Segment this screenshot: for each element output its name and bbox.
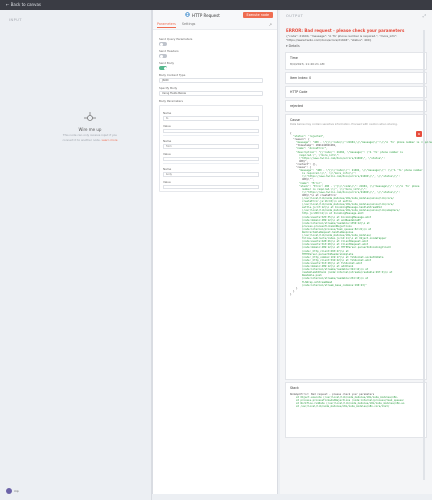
empty-line-1: This node can only receive input if you (62, 133, 118, 137)
http-code-label: HTTP Code (290, 90, 308, 94)
empty-title: Wire me up (78, 127, 102, 132)
stack-trace: NodeApiError: Bad request - please check… (290, 393, 422, 408)
connection-icon (83, 110, 97, 124)
code-line: at /usr/local/lib/node_modules/n8n/node_… (296, 405, 390, 409)
send-headers-label: Send Headers (159, 49, 179, 53)
status-card: rejected (285, 100, 427, 112)
output-header: OUTPUT ⤢ (280, 10, 432, 28)
input-panel-title: INPUT (9, 18, 22, 22)
details-toggle[interactable]: ▾ Details (280, 42, 432, 50)
expand-icon[interactable]: ⤢ (423, 13, 426, 18)
separator (163, 135, 259, 136)
node-tabs: Parameters Settings (157, 22, 195, 28)
parameters-body: Send Query Parameters Send Headers Send … (153, 30, 277, 196)
cause-subtitle: Data below may contain sensitive informa… (290, 123, 398, 126)
body-content-type-label: Body Content Type (159, 73, 186, 77)
details-label: Details (288, 44, 300, 48)
item-index: Item Index: 0 (290, 76, 312, 80)
tab-parameters[interactable]: Parameters (157, 22, 176, 28)
name-label: Name (163, 111, 172, 115)
time-label: Time (290, 56, 298, 60)
status-value: rejected (290, 104, 304, 108)
output-scrollbar[interactable] (423, 30, 425, 480)
time-value: 8/4/2023, 11:40:21 AM (290, 62, 325, 66)
cause-title: Cause (290, 118, 300, 122)
param-value-input[interactable] (163, 184, 259, 189)
error-detail: {"code": 21604, "message": "A 'To' phone… (286, 34, 398, 42)
send-query-label: Send Query Parameters (159, 37, 193, 41)
node-parameters-panel: HTTP Request Execute node Parameters Set… (152, 10, 278, 494)
body-parameters-label: Body Parameters (159, 99, 183, 103)
stack-title: Stack (290, 386, 299, 390)
node-title[interactable]: HTTP Request (192, 13, 220, 18)
send-body-toggle[interactable] (159, 66, 167, 70)
execute-node-button[interactable]: Execute node (242, 12, 273, 18)
separator (163, 163, 259, 164)
output-title: OUTPUT (286, 14, 304, 18)
specify-body-label: Specify Body (159, 86, 178, 90)
stack-card: Stack NodeApiError: Bad request - please… (285, 382, 427, 438)
http-code-card: HTTP Code (285, 86, 427, 98)
empty-line-2: connect it to another node. (62, 138, 101, 142)
tab-settings[interactable]: Settings (182, 22, 196, 28)
top-bar: ← Back to canvas (0, 0, 432, 10)
body-parameter-group: Name to Value Name from Value Name body … (159, 105, 263, 192)
copy-icon[interactable]: ⧉ (416, 131, 422, 137)
user-name: mp (14, 489, 19, 493)
code-line: (node:internal/stream_base_commons:190:2… (302, 283, 367, 287)
node-title-wrap: HTTP Request (185, 12, 220, 18)
code-line: } (290, 292, 292, 296)
value-label: Value (163, 123, 171, 128)
node-header: HTTP Request Execute node Parameters Set… (153, 10, 277, 30)
send-query-toggle[interactable] (159, 42, 167, 46)
cause-card: Cause Data below may contain sensitive i… (285, 114, 432, 380)
send-headers-toggle[interactable] (159, 54, 167, 58)
param-name-input[interactable]: from (163, 144, 259, 149)
body-content-type-select[interactable]: JSON (159, 78, 263, 83)
back-label: Back to canvas (10, 2, 41, 7)
send-body-label: Send Body (159, 61, 174, 65)
param-name-input[interactable]: to (163, 116, 259, 121)
cause-json: { "status": "rejected", "reason": { "mes… (290, 132, 432, 296)
param-name-input[interactable]: body (163, 172, 259, 177)
output-panel: OUTPUT ⤢ ERROR: Bad request - please che… (280, 10, 432, 494)
value-label: Value (163, 179, 171, 184)
avatar[interactable] (6, 488, 12, 494)
value-label: Value (163, 151, 171, 156)
param-value-input[interactable] (163, 156, 259, 161)
globe-icon (185, 12, 190, 18)
param-value-input[interactable] (163, 128, 259, 133)
specify-body-select[interactable]: Using Fields Below (159, 91, 263, 96)
name-label: Name (163, 139, 172, 143)
item-index-card: Item Index: 0 (285, 72, 427, 84)
learn-more-link[interactable]: Learn more (102, 138, 118, 142)
name-label: Name (163, 167, 172, 171)
docs-icon[interactable]: ↗ (269, 22, 272, 27)
back-to-canvas-link[interactable]: ← Back to canvas (6, 2, 41, 7)
time-card: Time 8/4/2023, 11:40:21 AM (285, 52, 427, 70)
input-empty-state: Wire me up This node can only receive in… (40, 110, 140, 142)
